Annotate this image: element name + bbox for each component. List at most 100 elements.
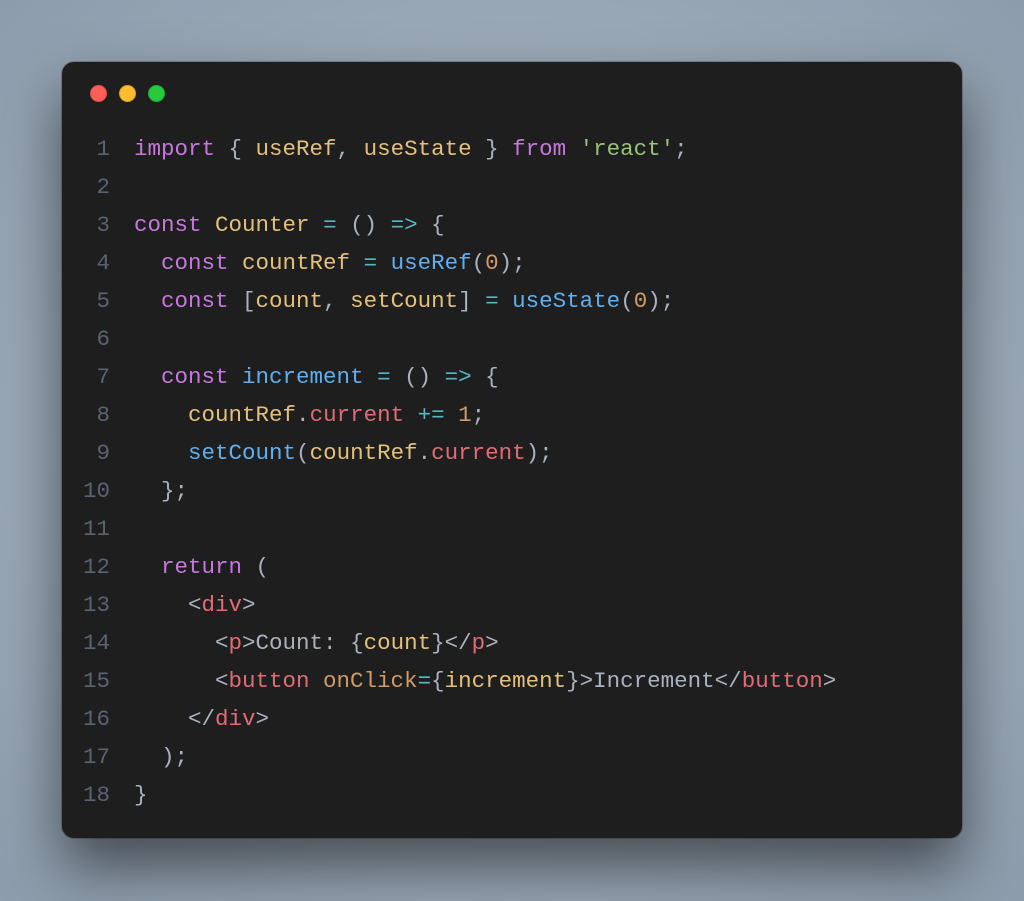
token-def [134,402,188,428]
code-line[interactable]: 6 [62,320,962,358]
code-line[interactable]: 9 setCount(countRef.current); [62,434,962,472]
minimize-icon[interactable] [119,85,136,102]
token-def: { [215,136,256,162]
code-line[interactable]: 2 [62,168,962,206]
token-op: => [391,212,418,238]
code-content[interactable]: const Counter = () => { [134,206,962,244]
line-number: 4 [62,244,134,282]
line-number: 14 [62,624,134,662]
close-icon[interactable] [90,85,107,102]
code-content[interactable]: <button onClick={increment}>Increment</b… [134,662,962,700]
token-def [310,668,324,694]
code-line[interactable]: 12 return ( [62,548,962,586]
token-def: . [418,440,432,466]
token-var: setCount [350,288,458,314]
token-var: count [364,630,432,656]
token-tag: div [202,592,243,618]
token-tag: button [742,668,823,694]
token-def [229,250,243,276]
token-def: ); [526,440,553,466]
code-content[interactable]: }; [134,472,962,510]
token-def: > [485,630,499,656]
line-number: 10 [62,472,134,510]
token-def: ); [499,250,526,276]
token-var: count [256,288,324,314]
code-content[interactable]: ); [134,738,962,776]
code-line[interactable]: 15 <button onClick={increment}>Increment… [62,662,962,700]
token-var: Counter [215,212,310,238]
code-content[interactable]: </div> [134,700,962,738]
token-var: countRef [188,402,296,428]
line-number: 11 [62,510,134,548]
code-line[interactable]: 10 }; [62,472,962,510]
code-editor[interactable]: 1import { useRef, useState } from 'react… [62,124,962,814]
token-fn: increment [242,364,364,390]
token-def [566,136,580,162]
token-key: import [134,136,215,162]
line-number: 13 [62,586,134,624]
code-line[interactable]: 1import { useRef, useState } from 'react… [62,130,962,168]
code-content[interactable]: setCount(countRef.current); [134,434,962,472]
token-op: = [323,212,337,238]
code-line[interactable]: 14 <p>Count: {count}</p> [62,624,962,662]
code-line[interactable]: 5 const [count, setCount] = useState(0); [62,282,962,320]
code-content[interactable] [134,320,962,358]
code-content[interactable]: const [count, setCount] = useState(0); [134,282,962,320]
token-def [134,554,161,580]
token-var: useState [364,136,472,162]
code-content[interactable]: countRef.current += 1; [134,396,962,434]
code-content[interactable]: const increment = () => { [134,358,962,396]
token-tag: div [215,706,256,732]
code-line[interactable]: 3const Counter = () => { [62,206,962,244]
line-number: 7 [62,358,134,396]
code-line[interactable]: 18} [62,776,962,814]
code-line[interactable]: 7 const increment = () => { [62,358,962,396]
token-def: { [472,364,499,390]
token-attr: onClick [323,668,418,694]
window-titlebar [62,62,962,124]
code-content[interactable]: <div> [134,586,962,624]
token-op: = [485,288,499,314]
line-number: 15 [62,662,134,700]
code-line[interactable]: 13 <div> [62,586,962,624]
token-tag: p [229,630,243,656]
code-content[interactable]: import { useRef, useState } from 'react'… [134,130,962,168]
token-fn: setCount [188,440,296,466]
token-op: => [445,364,472,390]
token-def: ( [472,250,486,276]
line-number: 16 [62,700,134,738]
token-def [134,364,161,390]
line-number: 1 [62,130,134,168]
token-def [229,364,243,390]
zoom-icon[interactable] [148,85,165,102]
token-def: > [242,592,256,618]
line-number: 2 [62,168,134,206]
token-op: = [418,668,432,694]
code-content[interactable] [134,510,962,548]
code-content[interactable]: return ( [134,548,962,586]
token-key: const [161,364,229,390]
code-line[interactable]: 17 ); [62,738,962,776]
token-def: }; [134,478,188,504]
code-line[interactable]: 11 [62,510,962,548]
code-line[interactable]: 4 const countRef = useRef(0); [62,244,962,282]
token-var: countRef [310,440,418,466]
token-key: from [512,136,566,162]
code-content[interactable]: } [134,776,962,814]
code-line[interactable]: 16 </div> [62,700,962,738]
code-content[interactable]: <p>Count: {count}</p> [134,624,962,662]
token-def: </ [715,668,742,694]
token-plain: Increment [593,668,715,694]
token-prop: current [431,440,526,466]
token-def: () [337,212,391,238]
token-key: const [161,288,229,314]
code-content[interactable]: const countRef = useRef(0); [134,244,962,282]
code-content[interactable] [134,168,962,206]
token-def: ); [134,744,188,770]
token-plain: Count: [256,630,351,656]
token-def [134,288,161,314]
token-var: useRef [256,136,337,162]
code-line[interactable]: 8 countRef.current += 1; [62,396,962,434]
token-def [377,250,391,276]
token-def: }</ [431,630,472,656]
